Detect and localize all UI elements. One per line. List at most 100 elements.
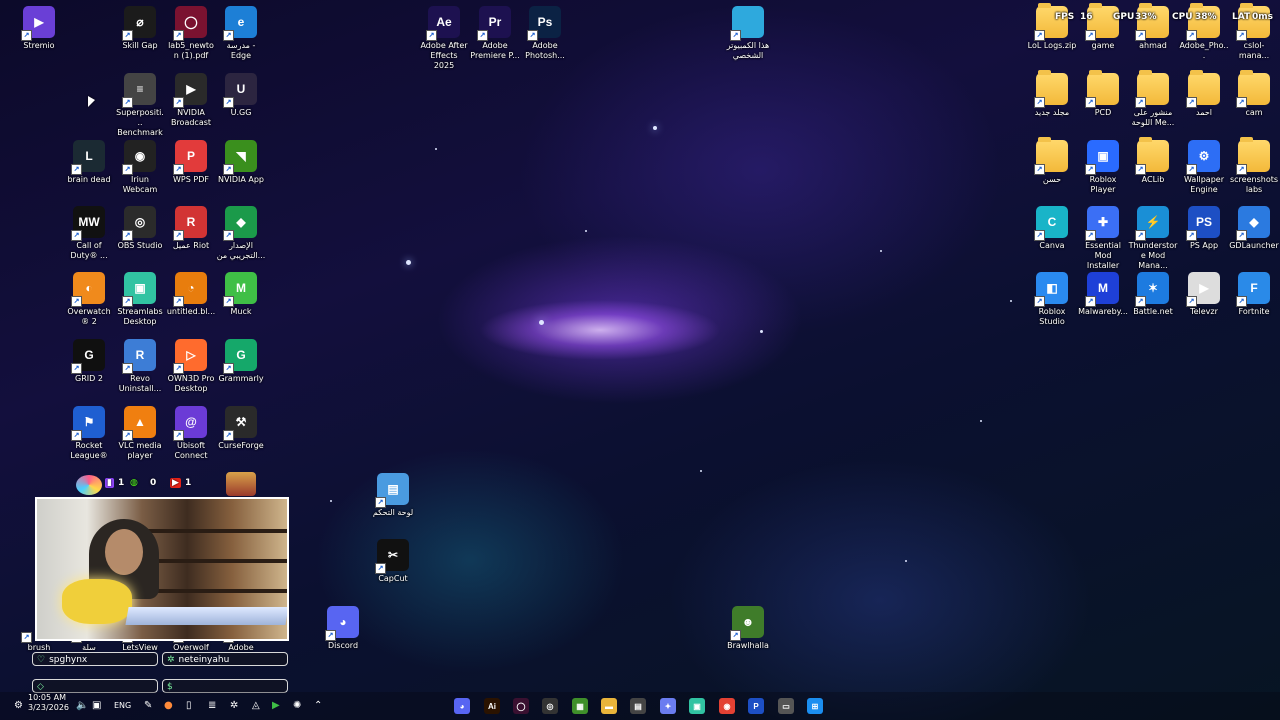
desktop-icon-discord[interactable]: ◕ ↗ Discord [318,604,368,651]
desktop-icon-stremio[interactable]: ▶ ↗ Stremio [14,4,64,51]
usb-icon[interactable]: ▯ [186,700,192,711]
desktop-icon-televzr[interactable]: ▶ ↗ Televzr [1179,270,1229,317]
desktop-icon-roblox[interactable]: ▣ ↗ Roblox Player [1078,138,1128,195]
desktop-icon-label: Fortnite [1238,307,1270,316]
desktop-icon-league[interactable]: L ↗ brain dead [64,138,114,185]
desktop-icon-premiere[interactable]: Pr ↗ Adobe Premiere P... [470,4,520,61]
desktop-icon-folder[interactable]: ↗ PCD [1078,70,1128,118]
desktop-icon-malwarebytes[interactable]: M ↗ Malwareby... [1078,270,1128,317]
settings-icon[interactable]: ⚙ [14,700,23,711]
icon-glyph: ◧ [1046,281,1058,295]
desktop-icon-edge[interactable]: e ↗ مدرسة - Edge [216,4,266,61]
desktop-icon-folder[interactable]: ↗ screenshots labs [1229,137,1279,195]
webcam-preview[interactable] [35,497,289,641]
desktop-icon-nvidia-app[interactable]: ◥ ↗ NVIDIA App [216,138,266,185]
desktop-icon-folder[interactable]: ↗ مجلد جديد [1027,70,1077,118]
tray-brightness-icon[interactable]: ✺ [293,700,301,711]
desktop-icon-after-effects[interactable]: Ae ↗ Adobe After Effects 2025 [419,4,469,71]
copilot-icon[interactable]: ✦ [660,698,676,714]
desktop-icon-wps-pdf[interactable]: P ↗ WPS PDF [166,138,216,185]
desktop-icon-superposition[interactable]: ≡ ↗ Superpositi... Benchmark [115,71,165,138]
pdf-taskbar-icon[interactable]: ◯ [513,698,529,714]
desktop-icon-muck[interactable]: M ↗ Muck [216,270,266,317]
discord-taskbar-icon[interactable]: ◕ [454,698,470,714]
desktop-icon-folder[interactable]: ↗ منشور على اللوحة Me... [1128,70,1178,128]
network-icon[interactable]: ▣ [92,700,101,711]
desktop-icon-streamlabs[interactable]: ▣ ↗ Streamlabs Desktop [115,270,165,327]
desktop-icon-cod[interactable]: MW ↗ Call of Duty® ... [64,204,114,261]
desktop-icon-rocket-league[interactable]: ⚑ ↗ Rocket League® [64,404,114,461]
desktop-icon-label: ahmad [1139,41,1167,50]
desktop-icon-overwatch[interactable]: ◐ ↗ Overwatch® 2 [64,270,114,327]
desktop-icon-gdlauncher[interactable]: ◆ ↗ GDLauncher [1229,204,1279,251]
file-explorer-icon[interactable]: ▬ [601,698,617,714]
desktop-icon-own3d[interactable]: ▷ ↗ OWN3D Pro Desktop [166,337,216,394]
desktop-icon-thunderstore[interactable]: ⚡ ↗ Thunderstore Mod Mana... [1128,204,1178,271]
desktop-icon-obs[interactable]: ◎ ↗ OBS Studio [115,204,165,251]
desktop-icon-folder[interactable]: ↗ حسن [1027,137,1077,185]
desktop-icon-label: NVIDIA Broadcast [170,108,212,127]
nvidia-app-icon: ◥ ↗ [223,140,257,175]
desktop-icon-iriun[interactable]: ◉ ↗ Iriun Webcam [115,138,165,195]
desktop-icon-roblox-studio[interactable]: ◧ ↗ Roblox Studio [1027,270,1077,327]
desktop-icon-control-panel[interactable]: ▤ ↗ لوحة التحكم [368,471,418,518]
desktop-icon-ps-app[interactable]: PS ↗ PS App [1179,204,1229,251]
tray-nvidia-icon[interactable]: ▶ [272,700,280,711]
obs-taskbar-icon[interactable]: ◎ [542,698,558,714]
desktop-icon-folder[interactable]: ↗ cam [1229,70,1279,118]
desktop-icon-vlc[interactable]: ▲ ↗ VLC media player [115,404,165,461]
folder-icon: ↗ [1186,3,1220,41]
windows-start-icon[interactable]: ⊞ [807,698,823,714]
desktop-icon-wallpaper-engine[interactable]: ⚙ ↗ Wallpaper Engine [1179,138,1229,195]
streamlabs-taskbar-icon[interactable]: ▣ [689,698,705,714]
desktop-icon-canva[interactable]: C ↗ Canva [1027,204,1077,251]
minecraft-taskbar-icon[interactable]: ▦ [572,698,588,714]
tray-gear-icon[interactable]: ✲ [230,700,238,711]
tray-wifi-icon[interactable]: ◬ [252,700,260,711]
desktop-icon-ugg[interactable]: U ↗ U.GG [216,71,266,118]
mouse-cursor-icon [88,96,95,107]
desktop-icon-pdf[interactable]: ◯ ↗ lab5_newton (1).pdf [166,4,216,61]
desktop-icon-label: هذا الكمبيوتر الشخصي [726,41,770,60]
desktop-icon-capcut[interactable]: ✂ ↗ CapCut [368,537,418,584]
desktop-icon-ubisoft[interactable]: @ ↗ Ubisoft Connect [166,404,216,461]
icon-glyph: M [236,281,246,295]
desktop-icon-curseforge[interactable]: ⚒ ↗ CurseForge [216,404,266,451]
desktop-icon-grid2[interactable]: G ↗ GRID 2 [64,337,114,384]
desktop-icon-revo[interactable]: R ↗ Revo Uninstall... [115,337,165,394]
desktop-icon-brawlhalla[interactable]: ☻ ↗ Brawlhalla [723,604,773,651]
task-view-icon[interactable]: ▭ [778,698,794,714]
desktop-icon-grammarly[interactable]: G ↗ Grammarly [216,337,266,384]
desktop-icon-nvidia-broadcast[interactable]: ▶ ↗ NVIDIA Broadcast [166,71,216,128]
desktop-icon-xbox-beta[interactable]: ◆ ↗ الإصدار التجريبي من... [216,204,266,261]
desktop-icon-skill-gap[interactable]: ⌀ ↗ Skill Gap [115,4,165,51]
store-icon[interactable]: ▤ [630,698,646,714]
desktop-icon-folder[interactable]: ↗ احمد [1179,70,1229,118]
desktop-icon-essential[interactable]: ✚ ↗ Essential Mod Installer [1078,204,1128,271]
microphone-icon[interactable]: ● [164,700,173,711]
language-indicator[interactable]: ENG [114,701,131,710]
desktop-icon-riot[interactable]: R ↗ عميل Riot [166,204,216,251]
system-clock[interactable]: 10:05 AM 3/23/2026 [28,693,69,713]
desktop-icon-battlenet[interactable]: ✶ ↗ Battle.net [1128,270,1178,317]
illustrator-taskbar-icon[interactable]: Ai [484,698,500,714]
tray-app-icon[interactable]: ≣ [208,700,216,711]
desktop-icon-fortnite[interactable]: F ↗ Fortnite [1229,270,1279,317]
desktop-icon-folder[interactable]: ↗ ACLib [1128,137,1178,185]
desktop-icon-label: Discord [327,641,359,650]
folder-icon: ↗ [1085,3,1119,41]
shortcut-arrow-icon: ↗ [71,430,82,441]
volume-icon[interactable]: 🔈 [76,700,88,711]
shortcut-arrow-icon: ↗ [1135,30,1146,41]
desktop-icon-blender[interactable]: ◔ ↗ untitled.bl... [166,270,216,317]
ps-taskbar-icon[interactable]: P [748,698,764,714]
chevron-up-icon[interactable]: ⌃ [314,700,322,711]
overwatch-icon: ◐ ↗ [71,272,105,307]
desktop-icon-this-pc[interactable]: ↗ هذا الكمبيوتر الشخصي [723,4,773,61]
chrome-icon[interactable]: ◉ [719,698,735,714]
riot-icon: R ↗ [173,206,207,241]
after-effects-icon: Ae ↗ [426,6,460,41]
pen-icon[interactable]: ✎ [144,700,152,711]
desktop-icon-photoshop[interactable]: Ps ↗ Adobe Photosh... [520,4,570,61]
desktop-icon-label: Malwareby... [1078,307,1128,316]
